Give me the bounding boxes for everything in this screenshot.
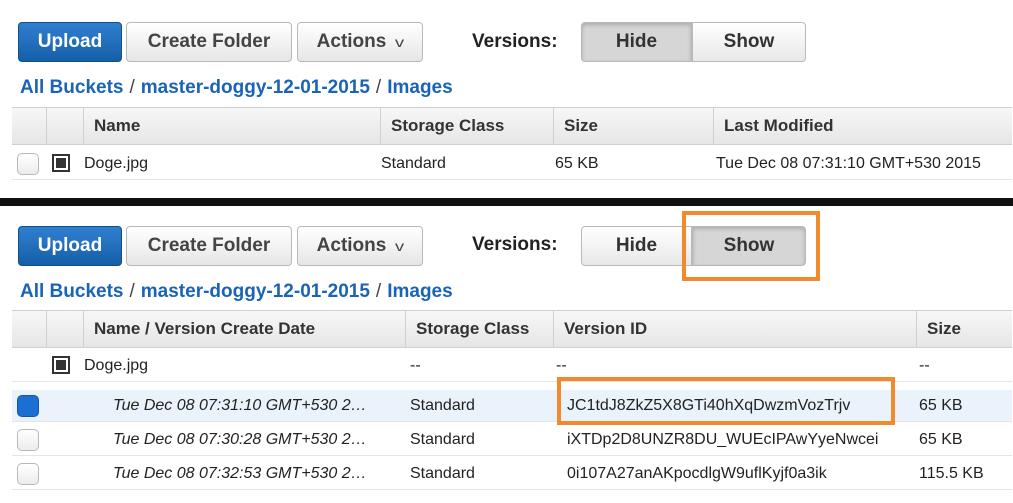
storage-class: Standard: [410, 396, 475, 414]
version-create-date: Tue Dec 08 07:32:53 GMT+530 2…: [113, 464, 367, 482]
divider: [0, 198, 1013, 206]
size: --: [919, 356, 930, 374]
table-row[interactable]: Doge.jpg Standard 65 KB Tue Dec 08 07:31…: [12, 148, 1012, 180]
versions-label: Versions:: [472, 234, 558, 255]
breadcrumb-folder[interactable]: Images: [387, 77, 452, 98]
size: 65 KB: [919, 396, 963, 414]
header-size[interactable]: Size: [553, 108, 713, 144]
versions-show-toggle[interactable]: Show: [692, 22, 806, 62]
storage-class: Standard: [381, 154, 446, 172]
breadcrumb: All Buckets / master-doggy-12-01-2015/Imag…: [20, 281, 453, 303]
header-icon-col: [46, 311, 83, 347]
version-row[interactable]: Tue Dec 08 07:32:53 GMT+530 2… Standard …: [12, 458, 1012, 490]
storage-class: --: [410, 356, 421, 374]
breadcrumb-bucket[interactable]: master-doggy-12-01-2015: [141, 77, 370, 98]
breadcrumb-separator: /: [375, 281, 382, 302]
breadcrumb-bucket[interactable]: master-doggy-12-01-2015: [141, 281, 370, 302]
version-create-date: Tue Dec 08 07:30:28 GMT+530 2…: [113, 430, 367, 448]
actions-dropdown[interactable]: Actions v: [297, 22, 423, 62]
show-toggle-highlight: [682, 211, 820, 281]
header-size[interactable]: Size: [916, 311, 1012, 347]
header-select-col: [12, 311, 46, 347]
bucket-view-versions-hidden: Upload Create Folder Actions v Versions: …: [0, 0, 1013, 198]
size: 65 KB: [919, 430, 963, 448]
file-icon: [52, 356, 70, 374]
breadcrumb-separator: /: [375, 77, 382, 98]
chevron-down-icon: v: [395, 34, 405, 50]
row-checkbox[interactable]: [17, 395, 39, 417]
storage-class: Standard: [410, 464, 475, 482]
object-name[interactable]: Doge.jpg: [84, 148, 148, 179]
header-name[interactable]: Name: [83, 108, 380, 144]
upload-button[interactable]: Upload: [18, 22, 122, 62]
size: 65 KB: [555, 154, 599, 172]
size: 115.5 KB: [919, 464, 984, 482]
version-row[interactable]: Tue Dec 08 07:30:28 GMT+530 2… Standard …: [12, 424, 1012, 456]
versions-label: Versions:: [472, 31, 558, 52]
version-id: 0i107A27anAKpocdlgW9uflKyjf0a3ik: [567, 464, 827, 482]
file-icon: [52, 154, 70, 172]
object-name[interactable]: Doge.jpg: [84, 350, 148, 381]
versions-hide-toggle[interactable]: Hide: [581, 226, 692, 266]
version-id: iXTDp2D8UNZR8DU_WUEcIPAwYyeNwcei: [567, 430, 879, 448]
storage-class: Standard: [410, 430, 475, 448]
version-id-highlight: [557, 377, 895, 425]
create-folder-button[interactable]: Create Folder: [126, 226, 292, 266]
table-header: Name Storage Class Size Last Modified: [12, 107, 1012, 145]
actions-dropdown[interactable]: Actions v: [297, 226, 423, 266]
header-storage-class[interactable]: Storage Class: [405, 311, 553, 347]
breadcrumb-separator: /: [129, 77, 135, 98]
header-last-modified[interactable]: Last Modified: [713, 108, 1012, 144]
versions-hide-toggle[interactable]: Hide: [581, 22, 692, 62]
header-storage-class[interactable]: Storage Class: [380, 108, 553, 144]
breadcrumb-folder[interactable]: Images: [387, 281, 452, 302]
header-select-col: [12, 108, 46, 144]
header-version-id[interactable]: Version ID: [553, 311, 916, 347]
chevron-down-icon: v: [395, 238, 405, 254]
breadcrumb-separator: /: [129, 281, 135, 302]
breadcrumb: All Buckets / master-doggy-12-01-2015/Imag…: [20, 77, 453, 99]
bucket-view-versions-shown: Upload Create Folder Actions v Versions: …: [0, 206, 1013, 503]
row-checkbox[interactable]: [17, 153, 39, 175]
row-checkbox[interactable]: [17, 463, 39, 485]
upload-button[interactable]: Upload: [18, 226, 122, 266]
row-checkbox[interactable]: [17, 429, 39, 451]
last-modified: Tue Dec 08 07:31:10 GMT+530 2015: [716, 154, 981, 172]
create-folder-button[interactable]: Create Folder: [126, 22, 292, 62]
breadcrumb-root[interactable]: All Buckets: [20, 281, 123, 302]
header-name-version-date[interactable]: Name / Version Create Date: [83, 311, 405, 347]
header-icon-col: [46, 108, 83, 144]
version-create-date: Tue Dec 08 07:31:10 GMT+530 2…: [113, 396, 367, 414]
breadcrumb-root[interactable]: All Buckets: [20, 77, 123, 98]
table-header: Name / Version Create Date Storage Class…: [12, 310, 1012, 348]
